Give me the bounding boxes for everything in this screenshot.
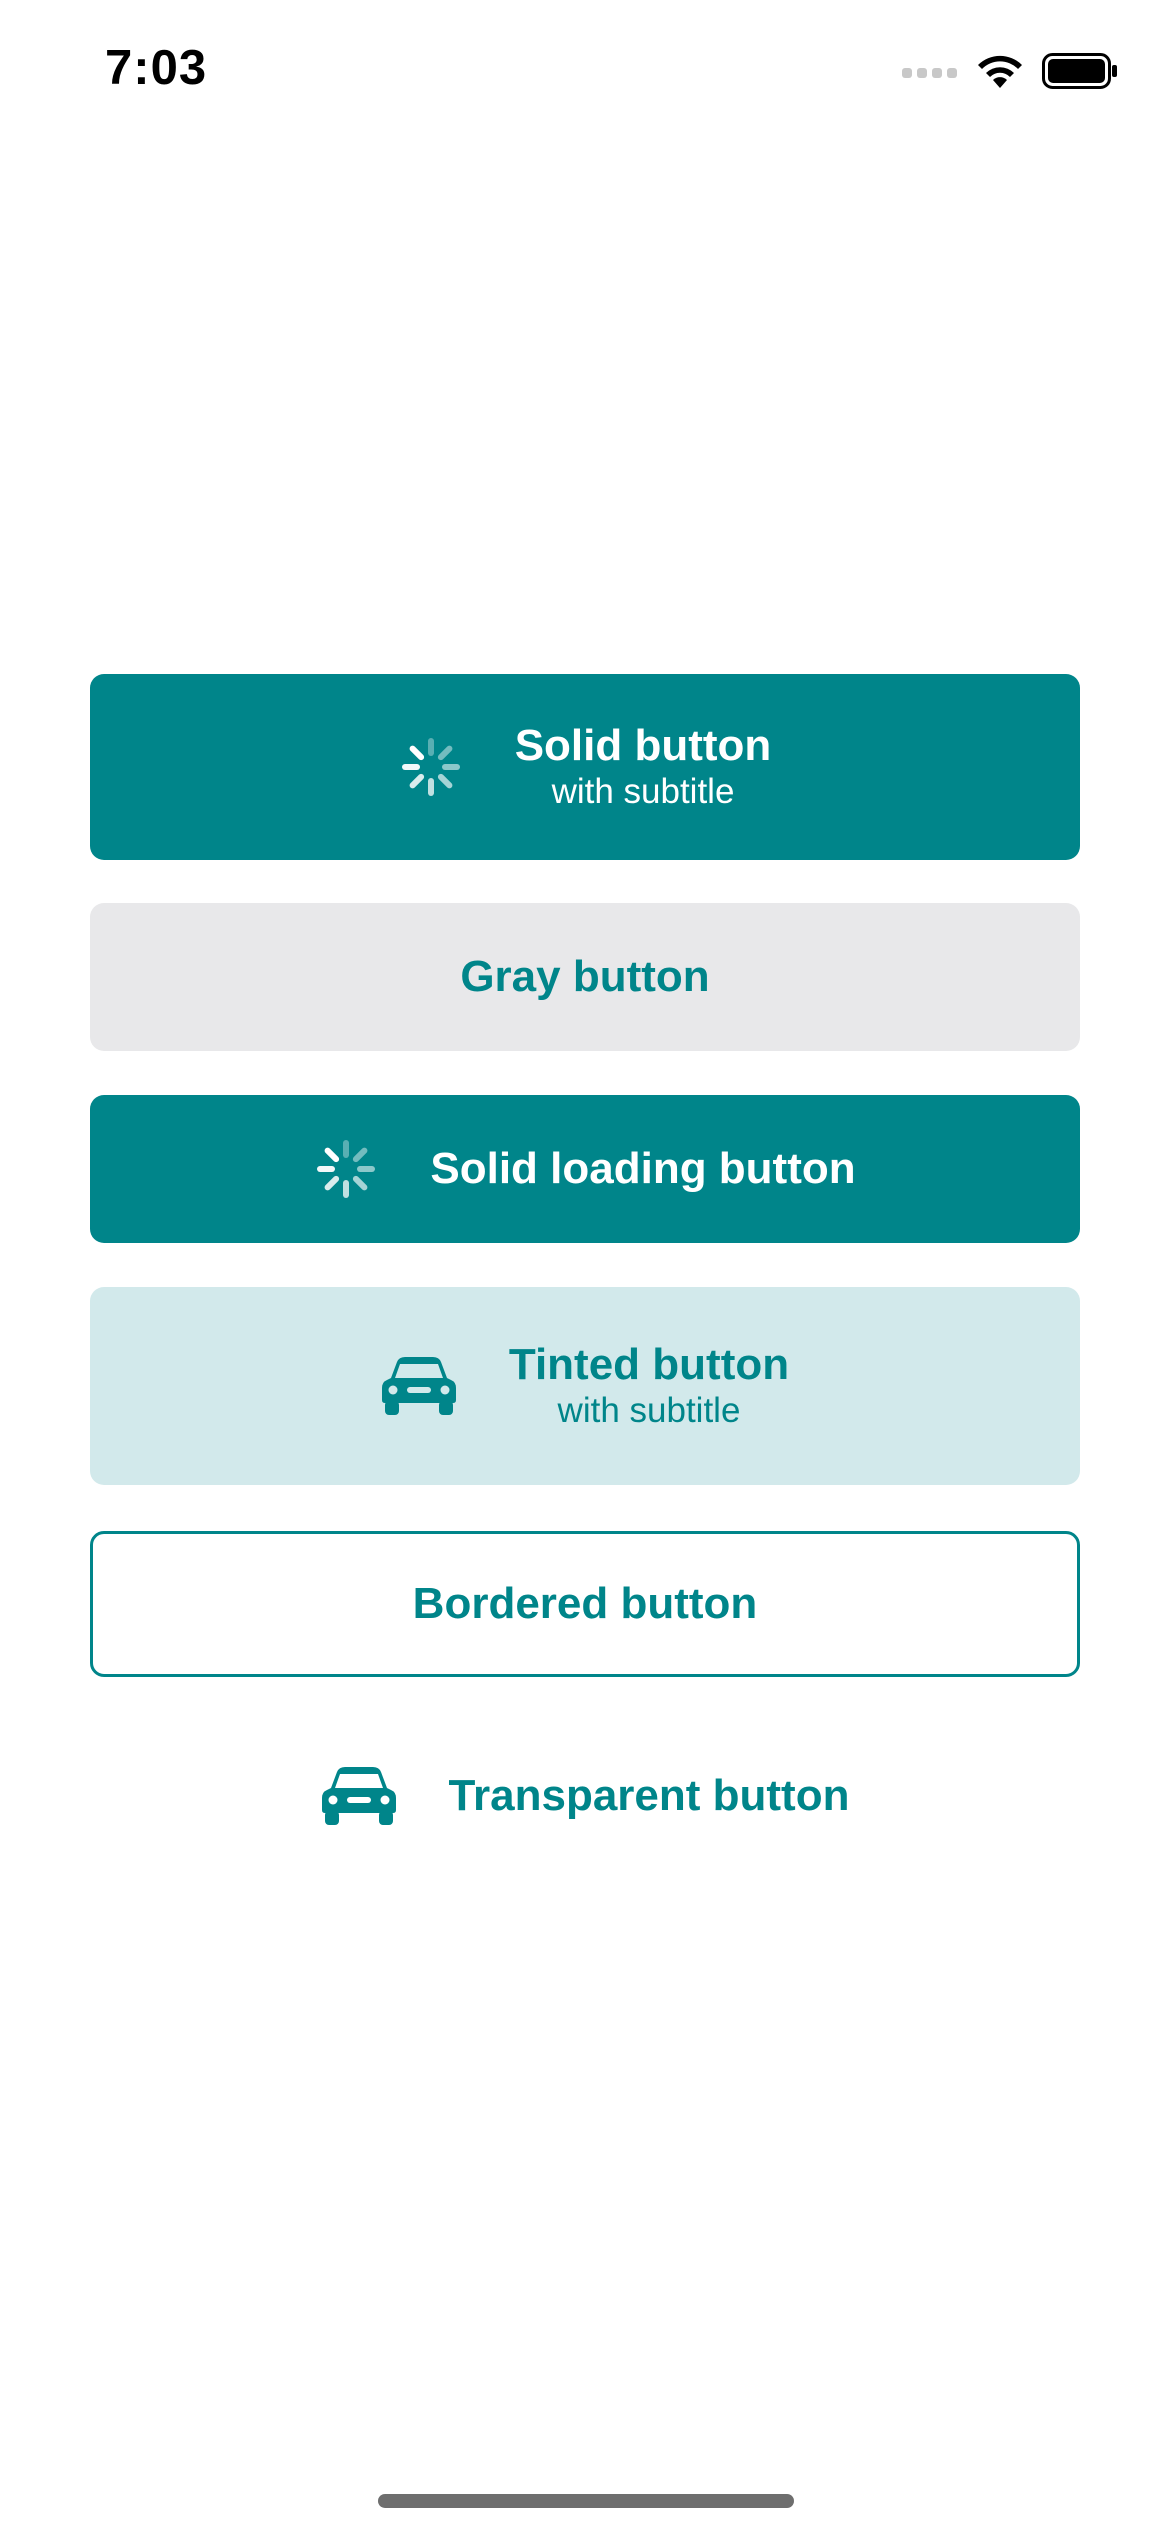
transparent-button-title: Transparent button (448, 1770, 850, 1820)
solid-loading-button-title: Solid loading button (430, 1143, 856, 1193)
solid-loading-button[interactable]: Solid loading button (90, 1095, 1080, 1243)
car-icon (381, 1356, 457, 1416)
spinner-icon (399, 735, 463, 799)
status-time: 7:03 (105, 41, 208, 95)
gray-button-title: Gray button (460, 951, 710, 1001)
solid-button-title: Solid button (514, 720, 772, 770)
tinted-button[interactable]: Tinted button with subtitle (90, 1287, 1080, 1485)
tinted-button-subtitle: with subtitle (557, 1391, 741, 1431)
status-icons (902, 52, 1118, 90)
cellular-signal-icon (902, 64, 958, 78)
spinner-icon (314, 1137, 378, 1201)
battery-icon (1042, 53, 1118, 89)
car-icon (321, 1766, 397, 1826)
solid-button-subtitle: with subtitle (551, 772, 735, 812)
solid-button[interactable]: Solid button with subtitle (90, 674, 1080, 860)
bordered-button[interactable]: Bordered button (90, 1531, 1080, 1677)
transparent-button[interactable]: Transparent button (90, 1722, 1080, 1870)
bordered-button-title: Bordered button (412, 1578, 758, 1628)
gray-button[interactable]: Gray button (90, 903, 1080, 1051)
home-indicator[interactable] (378, 2494, 794, 2508)
tinted-button-title: Tinted button (508, 1339, 790, 1389)
wifi-icon (974, 52, 1026, 90)
